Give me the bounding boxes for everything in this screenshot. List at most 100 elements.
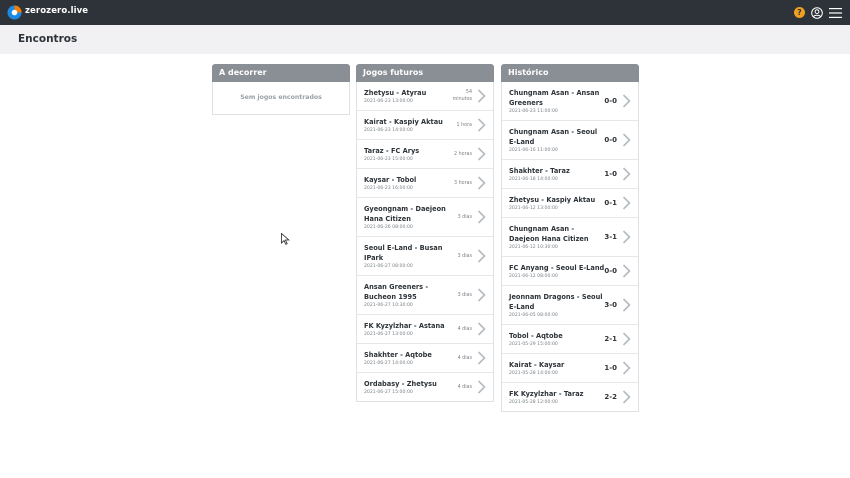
- match-score: 3-1: [604, 233, 617, 241]
- time-until-match: 54 minutos: [452, 90, 472, 102]
- match-row[interactable]: FK Kyzylzhar - Taraz 2021-05-28 12:00:00 2…: [502, 383, 638, 411]
- chevron-right-icon: [477, 176, 486, 190]
- match-date: 2021-06-18 14:00:00: [509, 177, 558, 182]
- match-date: 2021-06-23 14:00:00: [364, 128, 413, 133]
- match-score: 0-0: [604, 136, 617, 144]
- match-date: 2021-06-23 15:00:00: [364, 157, 413, 162]
- match-teams: Seoul E-Land - Busan IPark: [364, 244, 443, 262]
- match-date: 2021-06-23 16:00:00: [364, 186, 413, 191]
- chevron-right-icon: [477, 288, 486, 302]
- column-live: A decorrer Sem jogos encontrados: [212, 64, 350, 115]
- chevron-right-icon: [622, 332, 631, 346]
- chevron-right-icon: [622, 196, 631, 210]
- match-row[interactable]: FK Kyzylzhar - Astana 2021-06-27 13:00:00…: [357, 315, 493, 344]
- chevron-right-icon: [477, 118, 486, 132]
- time-until-match: 3 horas: [454, 180, 472, 186]
- match-teams: FC Anyang - Seoul E-Land: [509, 264, 605, 272]
- match-date: 2021-06-27 10:30:00: [364, 303, 413, 308]
- match-date: 2021-06-26 08:00:00: [364, 225, 413, 230]
- help-icon[interactable]: ?: [794, 7, 805, 18]
- match-date: 2021-06-12 08:00:00: [509, 274, 558, 279]
- match-score: 1-0: [604, 170, 617, 178]
- chevron-right-icon: [622, 230, 631, 244]
- column-history: Histórico Chungnam Asan - Ansan Greeners…: [501, 64, 639, 412]
- column-history-title: Histórico: [501, 64, 639, 82]
- match-score: 0-0: [604, 97, 617, 105]
- match-teams: FK Kyzylzhar - Taraz: [509, 390, 584, 398]
- chevron-right-icon: [622, 264, 631, 278]
- time-until-match: 3 dias: [457, 214, 472, 220]
- match-date: 2021-05-28 14:00:00: [509, 371, 558, 376]
- match-row[interactable]: Kairat - Kaysar 2021-05-28 14:00:00 1-0: [502, 354, 638, 383]
- match-teams: Ordabasy - Zhetysu: [364, 380, 437, 388]
- time-until-match: 1 hora: [456, 122, 472, 128]
- column-live-title: A decorrer: [212, 64, 350, 82]
- match-row[interactable]: Gyeongnam - Daejeon Hana Citizen 2021-06-…: [357, 198, 493, 237]
- match-row[interactable]: Shakhter - Aqtobe 2021-06-27 14:00:00 4 di…: [357, 344, 493, 373]
- match-score: 2-2: [604, 393, 617, 401]
- chevron-right-icon: [477, 351, 486, 365]
- hamburger-menu-icon[interactable]: [829, 7, 842, 18]
- match-score: 1-0: [604, 364, 617, 372]
- match-score: 2-1: [604, 335, 617, 343]
- match-teams: Kaysar - Tobol: [364, 176, 417, 184]
- page-title: Encontros: [18, 33, 78, 45]
- brand-name[interactable]: zerozero.live: [25, 6, 88, 16]
- match-teams: Chungnam Asan - Daejeon Hana Citizen: [509, 225, 589, 243]
- match-date: 2021-06-27 15:00:00: [364, 390, 413, 395]
- chevron-right-icon: [477, 380, 486, 394]
- chevron-right-icon: [622, 390, 631, 404]
- time-until-match: 3 dias: [457, 253, 472, 259]
- match-row[interactable]: Taraz - FC Arys 2021-06-23 15:00:00 2 hora…: [357, 140, 493, 169]
- match-row[interactable]: Chungnam Asan - Ansan Greeners 2021-06-23…: [502, 82, 638, 121]
- match-row[interactable]: FC Anyang - Seoul E-Land 2021-06-12 08:00…: [502, 257, 638, 286]
- match-teams: Chungnam Asan - Ansan Greeners: [509, 89, 600, 107]
- match-teams: Shakhter - Aqtobe: [364, 351, 432, 359]
- match-teams: Gyeongnam - Daejeon Hana Citizen: [364, 205, 446, 223]
- chevron-right-icon: [477, 210, 486, 224]
- match-row[interactable]: Ansan Greeners - Bucheon 1995 2021-06-27 …: [357, 276, 493, 315]
- match-teams: Tobol - Aqtobe: [509, 332, 563, 340]
- match-date: 2021-05-28 12:00:00: [509, 400, 558, 405]
- chevron-right-icon: [622, 133, 631, 147]
- time-until-match: 4 dias: [457, 355, 472, 361]
- match-date: 2021-06-27 14:00:00: [364, 361, 413, 366]
- chevron-right-icon: [622, 94, 631, 108]
- match-teams: Ansan Greeners - Bucheon 1995: [364, 283, 429, 301]
- empty-message: Sem jogos encontrados: [240, 94, 322, 101]
- match-date: 2021-06-23 13:00:00: [364, 99, 413, 104]
- match-teams: Jeonnam Dragons - Seoul E-Land: [509, 293, 603, 311]
- page-header: [0, 25, 850, 54]
- match-row[interactable]: Kairat - Kaspiy Aktau 2021-06-23 14:00:00…: [357, 111, 493, 140]
- match-date: 2021-06-27 13:00:00: [364, 332, 413, 337]
- chevron-right-icon: [477, 249, 486, 263]
- chevron-right-icon: [477, 89, 486, 103]
- match-row[interactable]: Seoul E-Land - Busan IPark 2021-06-27 08:…: [357, 237, 493, 276]
- zerozero-logo-icon[interactable]: [7, 5, 22, 20]
- time-until-match: 2 horas: [454, 151, 472, 157]
- mouse-cursor-icon: [281, 233, 290, 245]
- match-row[interactable]: Ordabasy - Zhetysu 2021-06-27 15:00:00 4 d…: [357, 373, 493, 401]
- match-date: 2021-06-16 11:00:00: [509, 148, 558, 153]
- time-until-match: 3 dias: [457, 292, 472, 298]
- chevron-right-icon: [622, 361, 631, 375]
- time-until-match: 4 dias: [457, 384, 472, 390]
- match-row[interactable]: Chungnam Asan - Daejeon Hana Citizen 2021…: [502, 218, 638, 257]
- match-date: 2021-05-29 15:00:00: [509, 342, 558, 347]
- match-row[interactable]: Jeonnam Dragons - Seoul E-Land 2021-06-05…: [502, 286, 638, 325]
- match-date: 2021-06-12 10:30:00: [509, 245, 558, 250]
- column-upcoming: Jogos futuros Zhetysu - Atyrau 2021-06-23…: [356, 64, 494, 402]
- match-row[interactable]: Chungnam Asan - Seoul E-Land 2021-06-16 1…: [502, 121, 638, 160]
- match-row[interactable]: Zhetysu - Kaspiy Aktau 2021-06-12 13:00:0…: [502, 189, 638, 218]
- time-until-match: 4 dias: [457, 326, 472, 332]
- top-bar: zerozero.live ?: [0, 0, 850, 25]
- match-row[interactable]: Zhetysu - Atyrau 2021-06-23 13:00:00 54 mi…: [357, 82, 493, 111]
- chevron-right-icon: [622, 167, 631, 181]
- match-row[interactable]: Kaysar - Tobol 2021-06-23 16:00:00 3 horas: [357, 169, 493, 198]
- match-teams: Zhetysu - Atyrau: [364, 89, 427, 97]
- match-row[interactable]: Shakhter - Taraz 2021-06-18 14:00:00 1-0: [502, 160, 638, 189]
- match-row[interactable]: Tobol - Aqtobe 2021-05-29 15:00:00 2-1: [502, 325, 638, 354]
- chevron-right-icon: [477, 322, 486, 336]
- account-icon[interactable]: [811, 6, 823, 19]
- match-teams: Zhetysu - Kaspiy Aktau: [509, 196, 596, 204]
